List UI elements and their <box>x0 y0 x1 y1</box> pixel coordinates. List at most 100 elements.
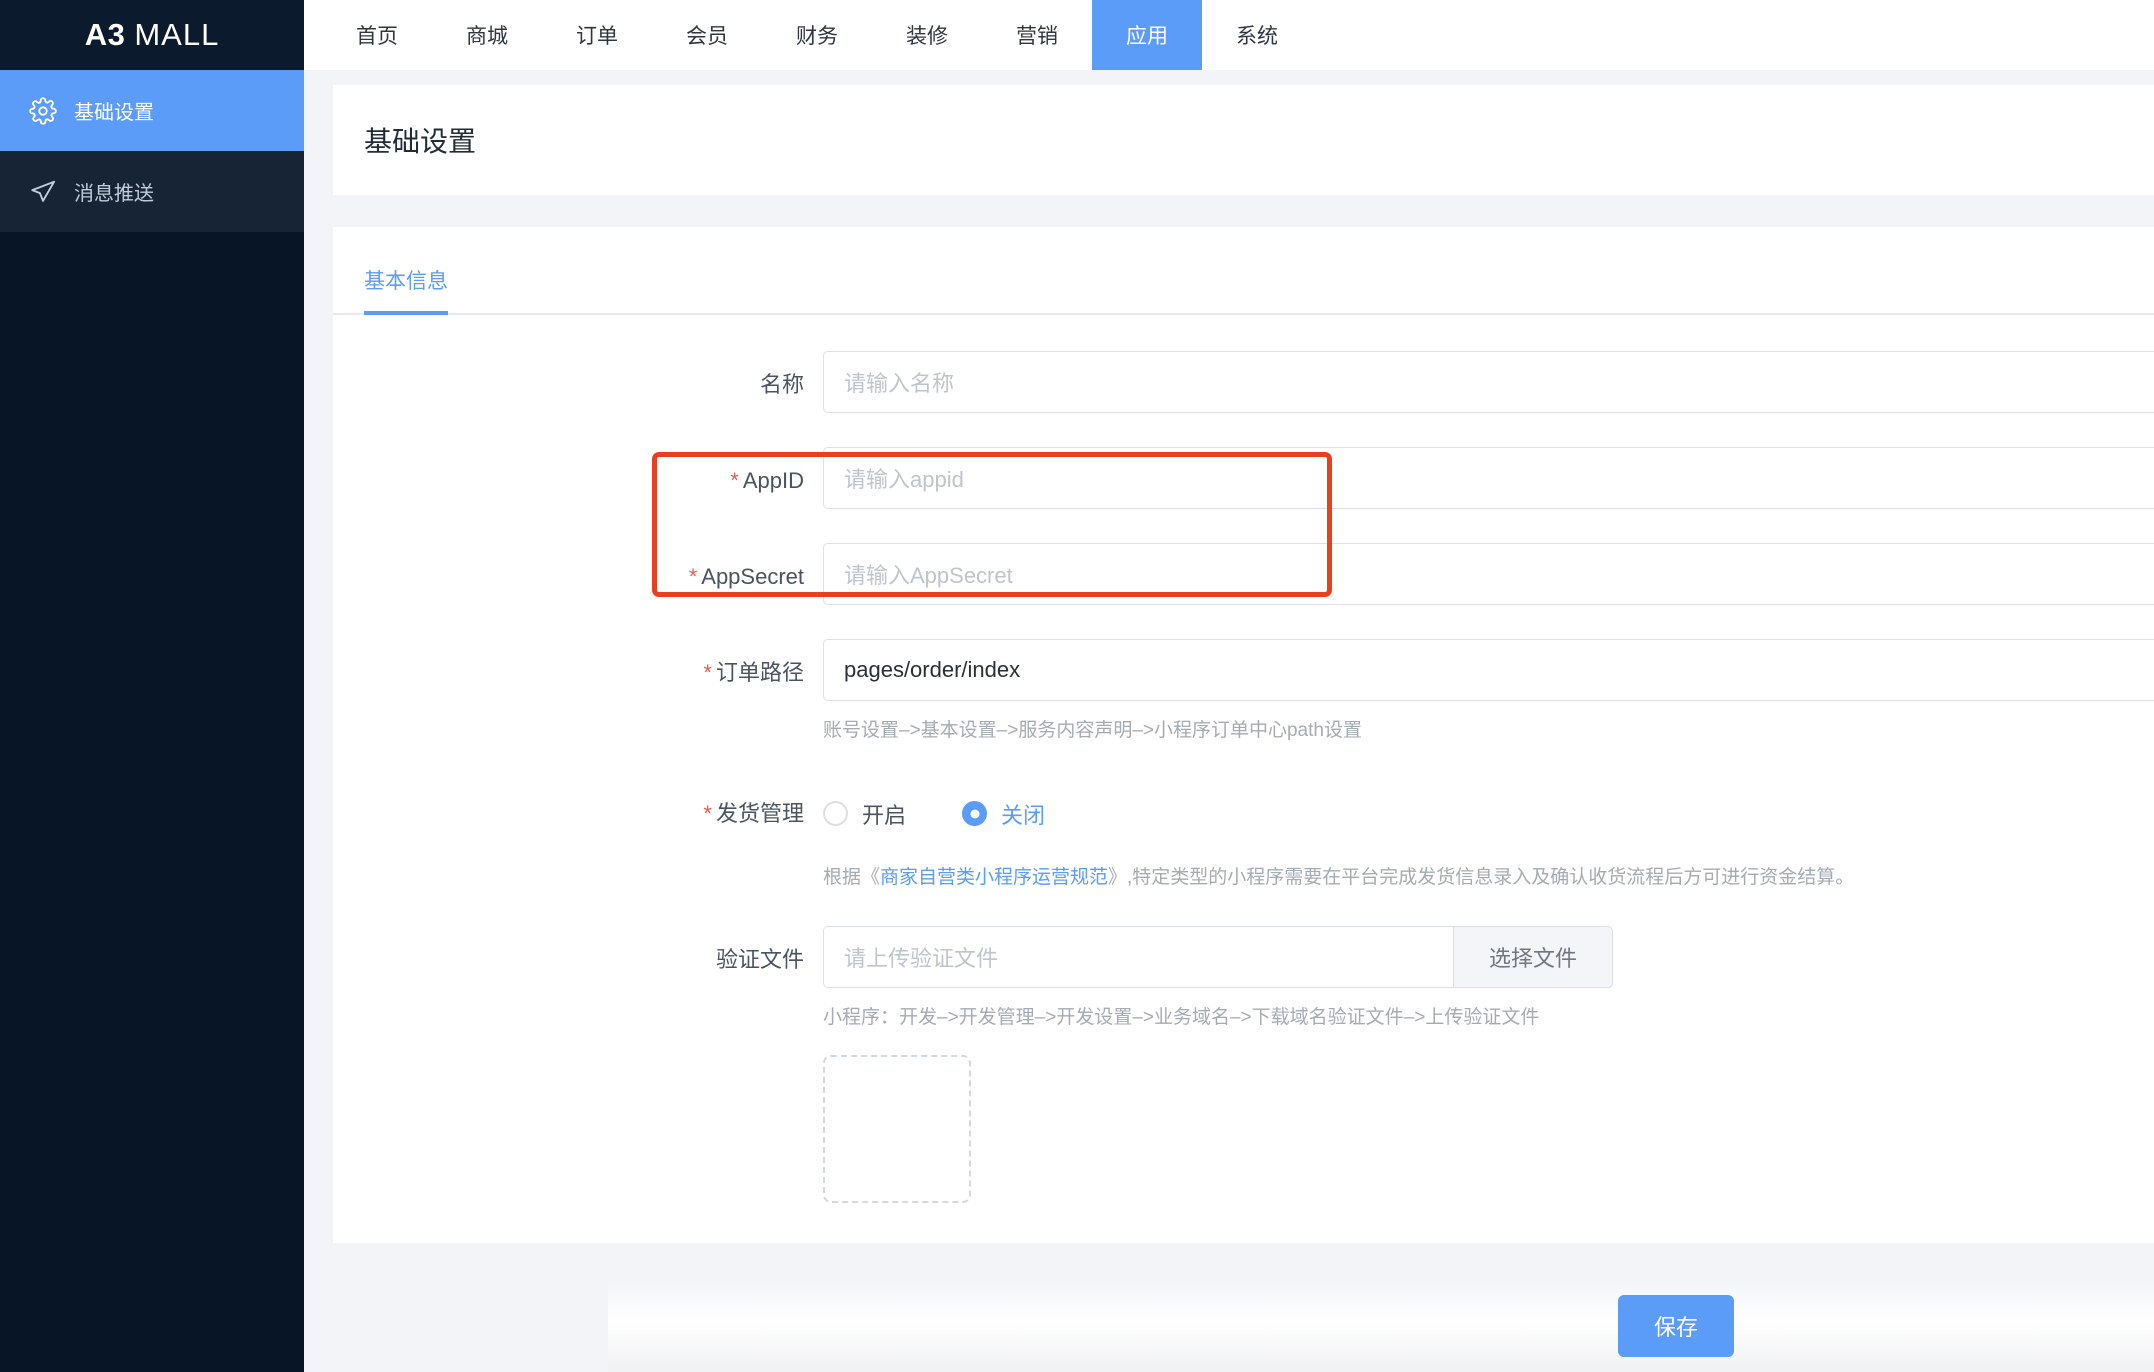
shipping-radio-off-label: 关闭 <box>1001 802 1046 828</box>
form-row-verify-file: 验证文件 请上传验证文件 选择文件 小程序：开发–>开发管理–>开发设置–>业务… <box>333 926 2154 1203</box>
appsecret-input[interactable]: 请输入AppSecret <box>823 543 2154 605</box>
verify-file-placeholder: 请上传验证文件 <box>844 946 999 971</box>
shipping-label: * 发货管理 <box>333 780 823 848</box>
radio-circle-icon <box>823 801 848 826</box>
top-navigation: 首页 商城 订单 会员 财务 装修 营销 应用 系统 <box>304 0 2154 70</box>
tab-basic-info[interactable]: 基本信息 <box>364 265 448 315</box>
appid-label: * AppID <box>333 447 823 515</box>
tab-label: 装修 <box>906 25 948 48</box>
verify-file-input[interactable]: 请上传验证文件 <box>823 926 1453 988</box>
verify-file-control: 请上传验证文件 选择文件 小程序：开发–>开发管理–>开发设置–>业务域名–>下… <box>823 926 2154 1203</box>
order-path-label: * 订单路径 <box>333 639 823 707</box>
form-row-name: 名称 请输入名称 <box>333 351 2154 419</box>
form-row-appid: * AppID 请输入appid <box>333 447 2154 515</box>
order-path-control: pages/order/index 账号设置–>基本设置–>服务内容声明–>小程… <box>823 639 2154 746</box>
appid-label-text: AppID <box>742 468 804 493</box>
required-asterisk: * <box>730 468 739 493</box>
choose-file-label: 选择文件 <box>1488 946 1577 971</box>
tab-marketing[interactable]: 营销 <box>982 0 1092 70</box>
order-path-input[interactable]: pages/order/index <box>823 639 2154 701</box>
tab-decoration[interactable]: 装修 <box>872 0 982 70</box>
verify-file-hint: 小程序：开发–>开发管理–>开发设置–>业务域名–>下载域名验证文件–>上传验证… <box>823 1007 1540 1028</box>
settings-form: 名称 请输入名称 * AppID 请输入appid * AppSecret 请输… <box>333 315 2154 1203</box>
appid-control: 请输入appid <box>823 447 2154 509</box>
appsecret-label: * AppSecret <box>333 543 823 611</box>
required-asterisk: * <box>688 564 698 589</box>
order-path-hint: 账号设置–>基本设置–>服务内容声明–>小程序订单中心path设置 <box>823 720 1362 741</box>
tab-finance[interactable]: 财务 <box>762 0 872 70</box>
shipping-hint: 根据《商家自营类小程序运营规范》,特定类型的小程序需要在平台完成发货信息录入及确… <box>823 848 2154 893</box>
tab-label: 应用 <box>1126 25 1168 48</box>
tab-label: 订单 <box>576 25 618 48</box>
send-icon <box>28 177 58 207</box>
main-area: 首页 商城 订单 会员 财务 装修 营销 应用 系统 基础设置 基本信息 名称 … <box>304 0 2154 1372</box>
appid-input[interactable]: 请输入appid <box>823 447 2154 509</box>
image-uploader-dropzone[interactable] <box>823 1054 971 1203</box>
shipping-hint-prefix: 根据《 <box>823 866 881 888</box>
shipping-radio-on[interactable]: 开启 <box>823 798 906 830</box>
brand-logo[interactable]: A3 MALL <box>0 0 304 70</box>
tab-label: 商城 <box>466 25 508 48</box>
tab-system[interactable]: 系统 <box>1202 0 1312 70</box>
sidebar-item-message-push[interactable]: 消息推送 <box>0 151 304 232</box>
app-root: A3 MALL 基础设置 消息推送 首页 商城 订单 会员 财务 装修 营销 应… <box>0 0 2154 1372</box>
sidebar-item-label: 基础设置 <box>74 102 154 124</box>
form-footer: 保存 <box>608 1280 2154 1372</box>
verify-file-label: 验证文件 <box>715 947 804 972</box>
shipping-label-text: 发货管理 <box>715 800 804 826</box>
shipping-control: 开启 关闭 根据《商家自营类小程序运营规范》,特定类型的小程序需要在平台完成发货… <box>823 780 2154 893</box>
form-row-shipping: * 发货管理 开启 关闭 根据《商家自营类小程序运营规范》,特定类型的小程序需要… <box>333 780 2154 893</box>
page-title-bar: 基础设置 <box>333 85 2154 195</box>
shipping-radio-on-label: 开启 <box>862 802 907 828</box>
name-label: 名称 <box>759 372 804 397</box>
required-asterisk: * <box>703 800 712 826</box>
order-path-value: pages/order/index <box>844 657 1021 682</box>
appsecret-control: 请输入AppSecret <box>823 543 2154 605</box>
tab-members[interactable]: 会员 <box>652 0 762 70</box>
shipping-hint-suffix: 》,特定类型的小程序需要在平台完成发货信息录入及确认收货流程后方可进行资金结算。 <box>1108 866 1855 888</box>
tab-apps[interactable]: 应用 <box>1092 0 1202 70</box>
form-row-appsecret: * AppSecret 请输入AppSecret <box>333 543 2154 611</box>
required-asterisk: * <box>703 660 712 685</box>
gear-icon <box>28 96 58 126</box>
appid-placeholder: 请输入appid <box>844 467 964 492</box>
sidebar-item-label: 消息推送 <box>74 183 154 205</box>
order-path-label-text: 订单路径 <box>715 660 804 685</box>
row-spacer <box>333 611 2154 639</box>
tab-orders[interactable]: 订单 <box>542 0 652 70</box>
name-control: 请输入名称 <box>823 351 2154 413</box>
brand-strong: A3 <box>84 17 126 52</box>
radio-circle-selected-icon <box>962 801 988 826</box>
shipping-policy-link[interactable]: 商家自营类小程序运营规范 <box>880 867 1108 888</box>
row-spacer <box>333 515 2154 543</box>
name-placeholder: 请输入名称 <box>844 371 955 396</box>
tab-label: 财务 <box>796 25 838 48</box>
tab-mall[interactable]: 商城 <box>432 0 542 70</box>
form-row-order-path: * 订单路径 pages/order/index 账号设置–>基本设置–>服务内容… <box>333 639 2154 746</box>
tab-label: 会员 <box>686 25 728 48</box>
page-header-card: 基础设置 <box>333 85 2154 195</box>
row-spacer <box>333 419 2154 447</box>
settings-form-card: 基本信息 名称 请输入名称 * AppID 请输入appid * AppSecr… <box>333 227 2154 1243</box>
row-spacer <box>333 892 2154 926</box>
sidebar-filler <box>0 232 304 1372</box>
content-body: 基础设置 基本信息 名称 请输入名称 * AppID 请输入appid * Ap… <box>304 70 2154 1372</box>
name-input[interactable]: 请输入名称 <box>823 351 2154 413</box>
save-button[interactable]: 保存 <box>1617 1295 1734 1357</box>
tab-home[interactable]: 首页 <box>322 0 432 70</box>
sidebar: A3 MALL 基础设置 消息推送 <box>0 0 304 1372</box>
form-tabs: 基本信息 <box>333 227 2154 315</box>
choose-file-button[interactable]: 选择文件 <box>1453 926 1613 988</box>
shipping-radio-group: 开启 关闭 <box>823 780 2154 848</box>
brand-light: MALL <box>134 17 220 52</box>
appsecret-placeholder: 请输入AppSecret <box>844 563 1013 588</box>
tab-label: 营销 <box>1016 25 1058 48</box>
verify-file-group: 请上传验证文件 选择文件 <box>823 926 1613 988</box>
sidebar-item-basic-settings[interactable]: 基础设置 <box>0 70 304 151</box>
tab-label: 首页 <box>356 25 398 48</box>
appsecret-label-text: AppSecret <box>701 564 804 589</box>
row-spacer <box>333 746 2154 780</box>
tab-label: 系统 <box>1236 25 1278 48</box>
card-separator <box>333 195 2154 227</box>
shipping-radio-off[interactable]: 关闭 <box>962 798 1045 830</box>
